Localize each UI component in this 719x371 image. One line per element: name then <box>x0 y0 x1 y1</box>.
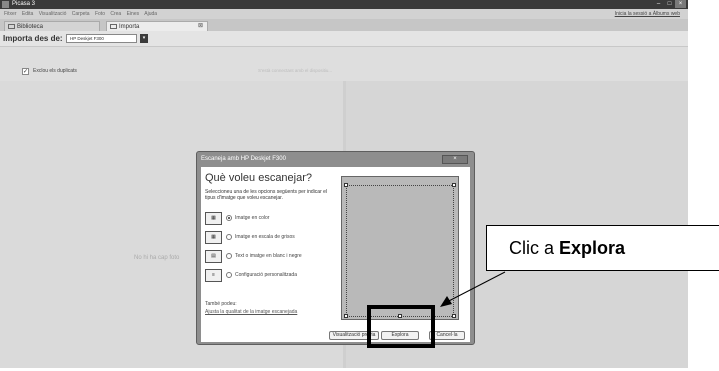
import-toolbar: Importa des de: HP Deskjet F300 ▾ <box>0 31 688 47</box>
import-options-row: ✓ Exclou els duplicats S'està connectant… <box>0 66 688 78</box>
empty-photos-message: No hi ha cap foto <box>134 255 180 261</box>
custom-settings-icon: ≡ <box>205 269 222 282</box>
instruction-callout: Clic a Explora <box>486 225 719 271</box>
window-controls: – □ × <box>653 0 686 9</box>
device-select[interactable]: HP Deskjet F300 <box>66 34 137 43</box>
minimize-button[interactable]: – <box>653 0 664 8</box>
import-from-label: Importa des de: <box>3 34 63 43</box>
scan-selection-frame[interactable] <box>346 185 454 317</box>
option-bw-text[interactable]: ▤ Text o imatge en blanc i negre <box>205 250 335 264</box>
tab-import-label: Importa <box>119 24 140 30</box>
exclude-duplicates-label: Exclou els duplicats <box>33 68 77 74</box>
tab-library-label: Biblioteca <box>17 24 44 30</box>
device-dropdown-button[interactable]: ▾ <box>140 34 148 43</box>
tab-import[interactable]: Importa <box>106 21 208 31</box>
close-tab-icon[interactable]: ⊠ <box>198 22 203 29</box>
picasa-logo-icon <box>2 1 9 8</box>
crop-handle-top-right[interactable] <box>452 183 456 187</box>
menu-folder[interactable]: Carpeta <box>72 11 90 17</box>
menu-edit[interactable]: Edita <box>22 11 33 17</box>
dialog-description: Seleccioneu una de les opcions següents … <box>205 189 328 201</box>
connection-status: S'està connectant amb el dispositiu... <box>258 68 333 73</box>
adjust-quality-link[interactable]: Ajusta la qualitat de la imatge escaneja… <box>205 309 297 315</box>
callout-emphasis: Explora <box>559 238 626 258</box>
explora-highlight-box <box>367 305 435 348</box>
tab-bar: Biblioteca Importa ⊠ <box>0 19 688 31</box>
import-icon <box>110 24 117 29</box>
menu-file[interactable]: Fitxer <box>4 11 17 17</box>
menu-tools[interactable]: Eines <box>127 11 140 17</box>
title-bar: Picasa 3 – □ × <box>0 0 688 9</box>
callout-text: Clic a Explora <box>509 238 625 259</box>
dialog-title: Escaneja amb HP Deskjet F300 <box>201 156 286 162</box>
option-bw-radio[interactable] <box>226 253 232 259</box>
color-image-icon: ▦ <box>205 212 222 225</box>
option-color-label: Imatge en color <box>235 215 270 221</box>
tab-library[interactable]: Biblioteca <box>4 21 100 31</box>
callout-prefix: Clic a <box>509 238 560 258</box>
crop-handle-bottom-left[interactable] <box>344 314 348 318</box>
dialog-heading: Què voleu escanejar? <box>205 172 313 184</box>
dialog-close-button[interactable]: × <box>442 155 468 164</box>
option-custom-radio[interactable] <box>226 272 232 278</box>
option-color-image[interactable]: ▦ Imatge en color <box>205 212 335 226</box>
menu-photo[interactable]: Foto <box>95 11 105 17</box>
exclude-duplicates-checkbox[interactable]: ✓ <box>22 68 29 75</box>
option-custom-label: Configuració personalitzada <box>235 272 297 278</box>
bw-text-icon: ▤ <box>205 250 222 263</box>
option-grayscale-label: Imatge en escala de grisos <box>235 234 295 240</box>
option-grayscale-image[interactable]: ▦ Imatge en escala de grisos <box>205 231 335 245</box>
window-title: Picasa 3 <box>12 1 36 7</box>
picasa-window: Picasa 3 – □ × Fitxer Edita Visualitzaci… <box>0 0 688 368</box>
menu-create[interactable]: Crea <box>110 11 121 17</box>
close-window-button[interactable]: × <box>675 0 686 8</box>
menu-view[interactable]: Visualització <box>39 11 67 17</box>
library-icon <box>8 24 15 29</box>
signin-web-albums-link[interactable]: Inicia la sessió a Àlbums web <box>615 9 680 19</box>
maximize-button[interactable]: □ <box>664 0 675 8</box>
option-custom-settings[interactable]: ≡ Configuració personalitzada <box>205 269 335 283</box>
option-bw-label: Text o imatge en blanc i negre <box>235 253 302 259</box>
menu-help[interactable]: Ajuda <box>144 11 157 17</box>
scan-preview-area[interactable] <box>341 176 459 320</box>
crop-handle-bottom-right[interactable] <box>452 314 456 318</box>
option-color-radio[interactable] <box>226 215 232 221</box>
grayscale-image-icon: ▦ <box>205 231 222 244</box>
also-label: També podeu: <box>205 301 237 307</box>
option-grayscale-radio[interactable] <box>226 234 232 240</box>
menu-bar: Fitxer Edita Visualització Carpeta Foto … <box>0 9 688 19</box>
crop-handle-top-left[interactable] <box>344 183 348 187</box>
